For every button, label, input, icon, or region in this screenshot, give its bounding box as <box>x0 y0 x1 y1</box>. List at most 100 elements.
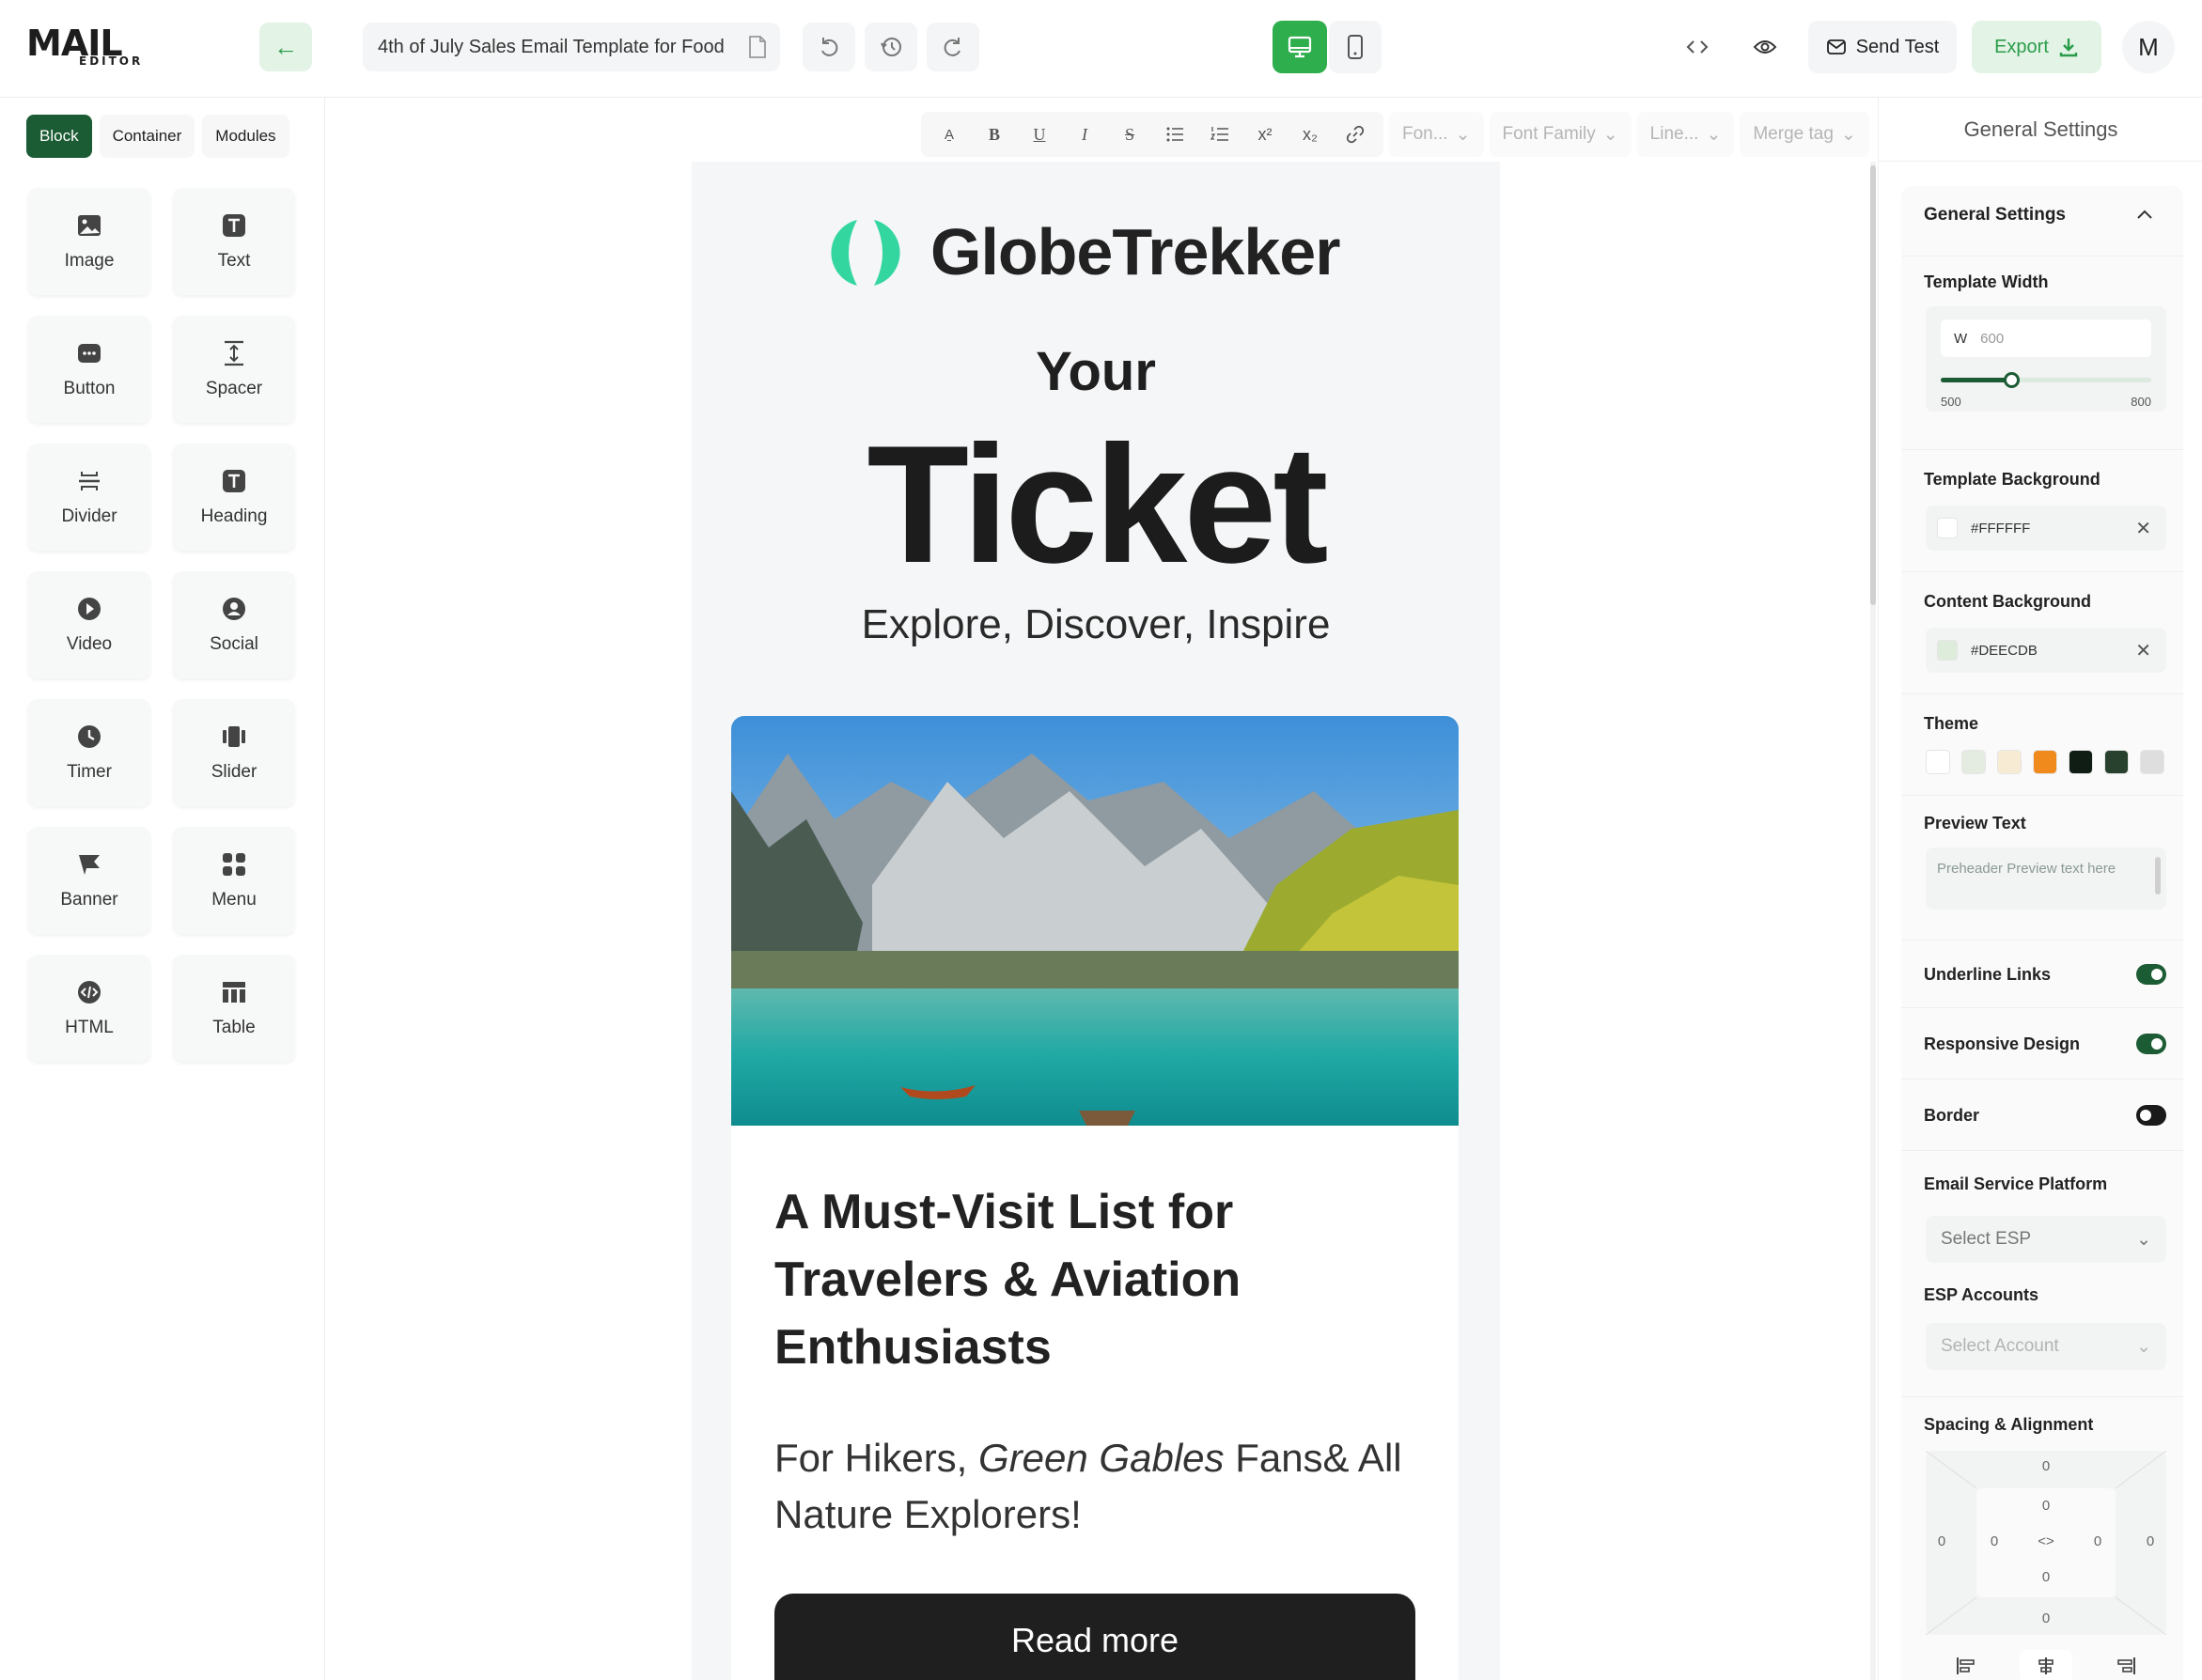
block-button[interactable]: Button <box>28 316 150 423</box>
general-settings-heading[interactable]: General Settings <box>1924 205 2066 226</box>
font-size-select[interactable]: Fon... ⌄ <box>1389 112 1484 157</box>
hero-landscape-image[interactable] <box>731 716 1459 1126</box>
preview-button[interactable] <box>1741 23 1789 71</box>
theme-swatch-7[interactable] <box>2140 750 2164 774</box>
theme-swatch-1[interactable] <box>1926 750 1950 774</box>
tab-modules[interactable]: Modules <box>202 115 289 158</box>
theme-swatch-3[interactable] <box>1997 750 2022 774</box>
content-background-field[interactable]: #DEECDB ✕ <box>1926 628 2166 673</box>
undo-button[interactable] <box>803 23 855 71</box>
code-view-button[interactable] <box>1673 23 1722 71</box>
email-preview[interactable]: GlobeTrekker Your Ticket Explore, Discov… <box>692 162 1500 1680</box>
send-test-button[interactable]: Send Test <box>1808 21 1957 73</box>
eye-icon <box>1753 40 1777 54</box>
brand-header[interactable]: GlobeTrekker <box>820 214 1383 289</box>
bold-button[interactable]: B <box>972 114 1017 155</box>
block-html[interactable]: HTML <box>28 955 150 1062</box>
hero-line-1[interactable]: Your <box>692 340 1500 403</box>
content-background-swatch[interactable] <box>1937 640 1958 661</box>
border-toggle[interactable] <box>2136 1105 2166 1126</box>
block-video[interactable]: Video <box>28 571 150 678</box>
preview-text-scrollbar[interactable] <box>2155 857 2161 894</box>
theme-swatch-4[interactable] <box>2033 750 2057 774</box>
esp-select[interactable]: Select ESP ⌄ <box>1926 1216 2166 1263</box>
link-spacing-icon[interactable]: <> <box>2032 1533 2060 1549</box>
margin-top-input[interactable]: 0 <box>2032 1458 2060 1474</box>
canvas-scrollbar-thumb[interactable] <box>1870 165 1876 605</box>
card-text[interactable]: For Hikers, Green Gables Fans& All Natur… <box>774 1430 1432 1543</box>
card-heading[interactable]: A Must-Visit List for Travelers & Aviati… <box>774 1178 1301 1381</box>
document-icon[interactable] <box>746 35 769 59</box>
read-more-button[interactable]: Read more <box>774 1594 1415 1680</box>
numbered-list-button[interactable] <box>1197 114 1242 155</box>
block-timer[interactable]: Timer <box>28 699 150 806</box>
block-slider[interactable]: Slider <box>173 699 295 806</box>
theme-swatch-5[interactable] <box>2069 750 2093 774</box>
underline-button[interactable]: U <box>1017 114 1062 155</box>
block-text[interactable]: Text <box>173 188 295 295</box>
padding-left-input[interactable]: 0 <box>1980 1533 2008 1549</box>
tab-container[interactable]: Container <box>99 115 195 158</box>
padding-top-input[interactable]: 0 <box>2032 1498 2060 1514</box>
block-spacer[interactable]: Spacer <box>173 316 295 423</box>
text-color-button[interactable]: A̱ <box>927 114 972 155</box>
align-right-button[interactable] <box>2100 1650 2152 1680</box>
back-button[interactable]: ← <box>259 23 312 71</box>
redo-button[interactable] <box>927 23 979 71</box>
mobile-view-button[interactable] <box>1329 21 1382 73</box>
esp-accounts-select[interactable]: Select Account ⌄ <box>1926 1323 2166 1370</box>
underline-icon: U <box>1033 124 1046 144</box>
block-divider[interactable]: Divider <box>28 443 150 551</box>
template-width-input[interactable]: W 600 <box>1941 319 2151 357</box>
superscript-button[interactable]: x² <box>1242 114 1288 155</box>
merge-tag-select[interactable]: Merge tag ⌄ <box>1740 112 1869 157</box>
mail-editor-logo[interactable]: MAIL EDITOR <box>26 24 148 71</box>
hero-subtitle[interactable]: Explore, Discover, Inspire <box>692 601 1500 648</box>
padding-bottom-input[interactable]: 0 <box>2032 1569 2060 1585</box>
export-button[interactable]: Export <box>1972 21 2101 73</box>
strikethrough-button[interactable]: S <box>1107 114 1152 155</box>
section-divider <box>1901 795 2183 796</box>
italic-button[interactable]: I <box>1062 114 1107 155</box>
block-image[interactable]: Image <box>28 188 150 295</box>
hero-line-2[interactable]: Ticket <box>692 415 1500 594</box>
line-height-select[interactable]: Line... ⌄ <box>1636 112 1735 157</box>
template-width-label: Template Width <box>1924 272 2049 291</box>
theme-swatch-2[interactable] <box>1961 750 1986 774</box>
link-button[interactable] <box>1333 114 1378 155</box>
bullet-list-button[interactable] <box>1152 114 1197 155</box>
block-banner[interactable]: Banner <box>28 827 150 934</box>
padding-right-input[interactable]: 0 <box>2084 1533 2112 1549</box>
block-heading[interactable]: Heading <box>173 443 295 551</box>
subscript-button[interactable]: x₂ <box>1288 114 1333 155</box>
mail-icon <box>1826 39 1846 54</box>
preview-text-input[interactable]: Preheader Preview text here <box>1926 848 2166 910</box>
tab-block[interactable]: Block <box>26 115 92 158</box>
width-slider-thumb[interactable] <box>2003 372 2020 388</box>
block-table[interactable]: Table <box>173 955 295 1062</box>
block-label: Heading <box>200 506 268 526</box>
template-title-input[interactable]: 4th of July Sales Email Template for Foo… <box>363 23 780 71</box>
section-divider <box>1901 256 2183 257</box>
margin-right-input[interactable]: 0 <box>2136 1533 2164 1549</box>
underline-links-toggle[interactable] <box>2136 964 2166 985</box>
template-background-field[interactable]: #FFFFFF ✕ <box>1926 506 2166 551</box>
chevron-up-icon[interactable] <box>2136 209 2153 220</box>
user-avatar[interactable]: M <box>2122 21 2175 73</box>
align-center-button[interactable] <box>2019 1650 2072 1680</box>
responsive-design-toggle[interactable] <box>2136 1034 2166 1054</box>
block-social[interactable]: Social <box>173 571 295 678</box>
margin-bottom-input[interactable]: 0 <box>2032 1610 2060 1626</box>
content-card[interactable]: A Must-Visit List for Travelers & Aviati… <box>731 1126 1459 1680</box>
theme-swatch-6[interactable] <box>2104 750 2129 774</box>
clear-icon[interactable]: ✕ <box>2135 517 2151 540</box>
history-button[interactable] <box>865 23 917 71</box>
clear-icon[interactable]: ✕ <box>2135 639 2151 662</box>
block-menu[interactable]: Menu <box>173 827 295 934</box>
margin-left-input[interactable]: 0 <box>1928 1533 1956 1549</box>
desktop-view-button[interactable] <box>1273 21 1327 73</box>
width-slider-fill <box>1941 378 2011 382</box>
font-family-select[interactable]: Font Family ⌄ <box>1489 112 1632 157</box>
template-background-swatch[interactable] <box>1937 518 1958 538</box>
align-left-button[interactable] <box>1940 1650 1992 1680</box>
